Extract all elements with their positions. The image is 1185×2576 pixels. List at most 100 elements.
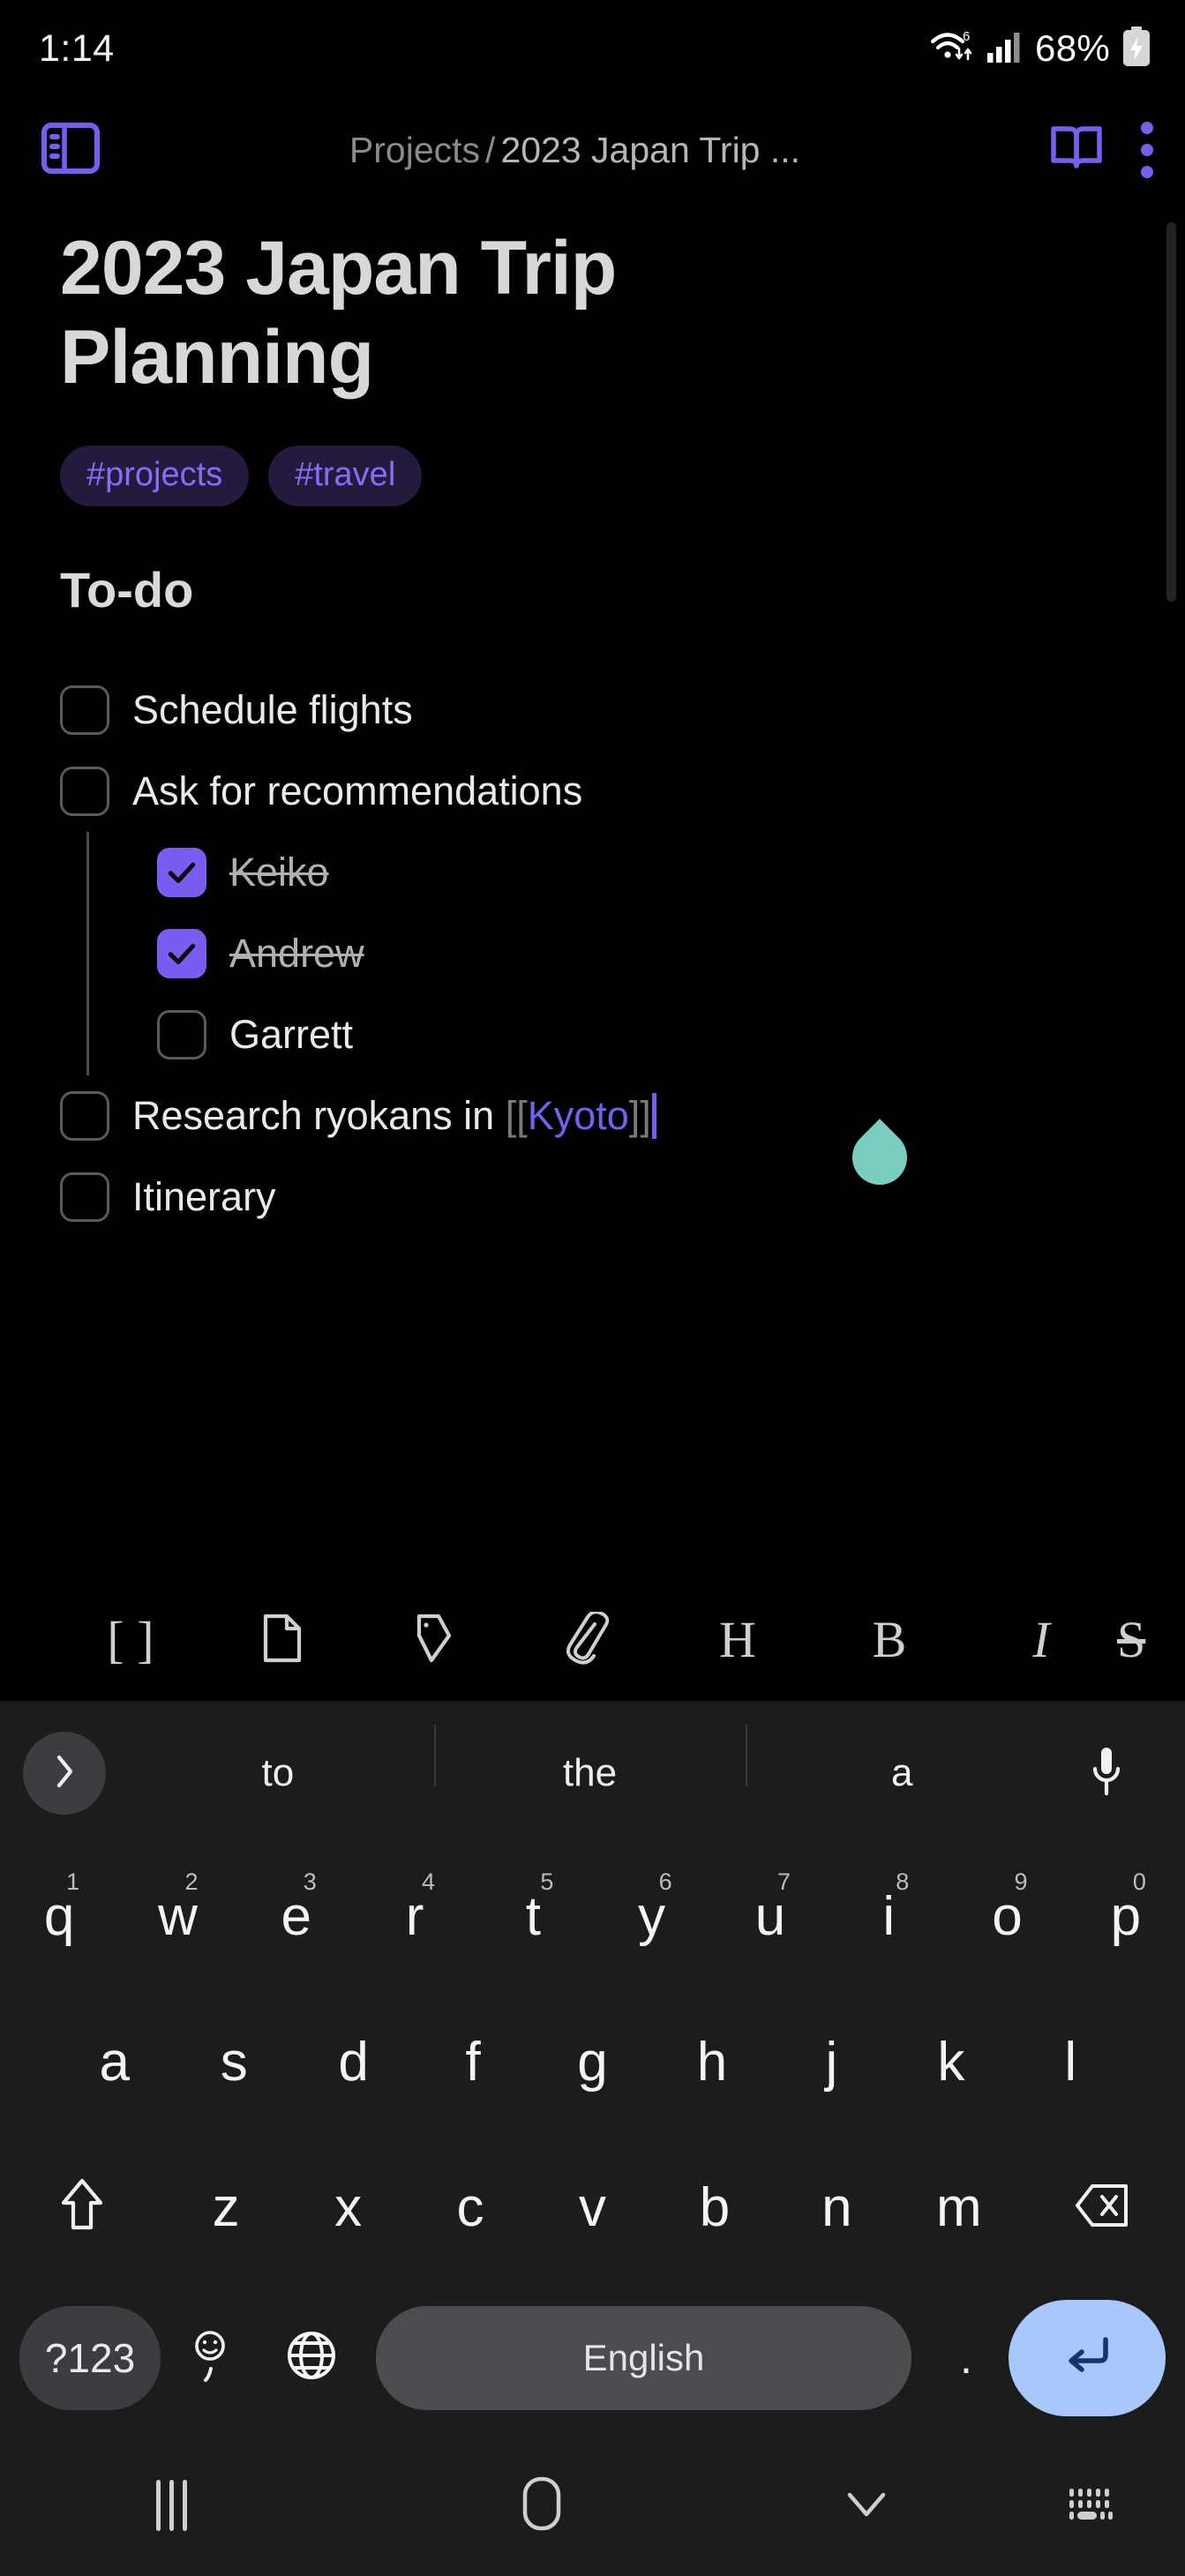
key-a[interactable]: a [55, 1989, 174, 2135]
key-z[interactable]: z [165, 2135, 287, 2280]
heading-button[interactable]: H [662, 1614, 814, 1666]
key-y[interactable]: 6y [593, 1844, 711, 1989]
key-letter: y [638, 1885, 666, 1947]
key-v[interactable]: v [531, 2135, 653, 2280]
todo-label[interactable]: Schedule flights [132, 690, 413, 730]
breadcrumb-root[interactable]: Projects [349, 130, 480, 170]
sidebar-toggle-button[interactable] [41, 121, 116, 180]
note-title[interactable]: 2023 Japan Trip Planning [60, 224, 854, 403]
key-num: 8 [896, 1868, 910, 1895]
overflow-menu-button[interactable] [1141, 122, 1153, 178]
android-nav-bar [0, 2435, 1185, 2576]
key-q[interactable]: 1q [0, 1844, 118, 1989]
todo-label[interactable]: Ask for recommendations [132, 771, 582, 811]
note-editor[interactable]: 2023 Japan Trip Planning #projects #trav… [0, 203, 1185, 1579]
todo-label[interactable]: Keiko [229, 852, 329, 892]
key-i[interactable]: 8i [829, 1844, 948, 1989]
content-scrollbar[interactable] [1166, 222, 1176, 602]
todo-item-andrew[interactable]: Andrew [60, 913, 1132, 994]
check-icon [168, 943, 196, 964]
checkbox-unchecked[interactable] [60, 1090, 109, 1141]
italic-button[interactable]: I [965, 1614, 1117, 1666]
todo-label[interactable]: Garrett [229, 1015, 353, 1054]
todo-label[interactable]: Andrew [229, 933, 364, 973]
key-x[interactable]: x [287, 2135, 409, 2280]
key-emoji-comma[interactable] [161, 2325, 259, 2391]
key-l[interactable]: l [1011, 1989, 1130, 2135]
tag-projects[interactable]: #projects [60, 445, 250, 506]
wikilink-target[interactable]: Kyoto [528, 1093, 629, 1138]
todo-item-itinerary[interactable]: Itinerary [60, 1157, 1132, 1238]
suggestion-chip[interactable]: to [122, 1751, 434, 1795]
nav-recents-button[interactable] [0, 2480, 344, 2531]
key-r[interactable]: 4r [356, 1844, 474, 1989]
breadcrumb-current[interactable]: 2023 Japan Trip ... [500, 130, 800, 170]
key-w[interactable]: 2w [118, 1844, 236, 1989]
insert-note-link-button[interactable] [206, 1613, 358, 1668]
recent-apps-icon [156, 2480, 188, 2531]
battery-percent-label: 68% [1035, 27, 1110, 69]
key-c[interactable]: c [409, 2135, 531, 2280]
tag-travel[interactable]: #travel [268, 445, 423, 506]
key-h[interactable]: h [652, 1989, 771, 2135]
key-f[interactable]: f [413, 1989, 532, 2135]
key-t[interactable]: 5t [474, 1844, 592, 1989]
key-e[interactable]: 3e [237, 1844, 356, 1989]
attachment-paperclip-icon [563, 1609, 610, 1669]
checkbox-unchecked[interactable] [60, 766, 109, 816]
key-backspace[interactable] [1020, 2135, 1185, 2280]
attach-file-button[interactable] [510, 1609, 662, 1669]
key-space[interactable]: English [376, 2305, 911, 2410]
nav-hide-keyboard-button[interactable] [739, 2486, 994, 2526]
key-g[interactable]: g [533, 1989, 652, 2135]
checkbox-unchecked[interactable] [60, 1172, 109, 1222]
strikethrough-button[interactable]: S [1117, 1614, 1185, 1666]
wikilink-button[interactable]: [ ] [55, 1614, 206, 1666]
cellular-signal-icon [986, 29, 1024, 69]
todo-item-garrett[interactable]: Garrett [60, 994, 1132, 1075]
checkbox-checked[interactable] [157, 847, 206, 897]
checkbox-unchecked[interactable] [157, 1009, 206, 1060]
suggestion-chip[interactable]: the [433, 1725, 746, 1795]
todo-label[interactable]: Itinerary [132, 1177, 276, 1217]
checkbox-unchecked[interactable] [60, 685, 109, 735]
checkbox-checked[interactable] [157, 928, 206, 978]
key-enter[interactable] [1009, 2299, 1166, 2416]
section-heading-todo[interactable]: To-do [60, 561, 1132, 618]
nav-keyboard-switch-button[interactable] [994, 2485, 1185, 2527]
home-icon [520, 2475, 564, 2537]
todo-item-ask-recommendations[interactable]: Ask for recommendations [60, 751, 1132, 832]
todo-label-with-wikilink[interactable]: Research ryokans in [[Kyoto]] [132, 1092, 656, 1139]
todo-item-schedule-flights[interactable]: Schedule flights [60, 670, 1132, 751]
breadcrumb[interactable]: Projects/2023 Japan Trip ... [116, 130, 1033, 171]
key-symbols[interactable]: ?123 [19, 2305, 161, 2410]
key-j[interactable]: j [772, 1989, 891, 2135]
expand-toolbar-button[interactable] [23, 1732, 106, 1815]
kebab-dot [1141, 122, 1153, 134]
key-u[interactable]: 7u [711, 1844, 829, 1989]
suggestion-chip[interactable]: a [746, 1725, 1058, 1795]
todo-item-keiko[interactable]: Keiko [60, 832, 1132, 913]
wikilink-brackets-icon: [ ] [107, 1611, 154, 1668]
key-period[interactable]: . [924, 2333, 1009, 2384]
nav-home-button[interactable] [344, 2475, 739, 2537]
key-num: 4 [422, 1868, 436, 1895]
key-o[interactable]: 9o [948, 1844, 1066, 1989]
format-toolbar: [ ] H B I S [0, 1579, 1185, 1703]
key-shift[interactable] [0, 2135, 165, 2280]
key-d[interactable]: d [294, 1989, 413, 2135]
voice-input-button[interactable] [1058, 1744, 1155, 1803]
key-k[interactable]: k [891, 1989, 1010, 2135]
todo-item-research-ryokans[interactable]: Research ryokans in [[Kyoto]] [60, 1075, 1132, 1196]
key-n[interactable]: n [776, 2135, 897, 2280]
insert-tag-button[interactable] [358, 1613, 510, 1668]
key-letter: z [212, 2176, 240, 2238]
key-m[interactable]: m [898, 2135, 1020, 2280]
bold-button[interactable]: B [814, 1614, 965, 1666]
key-p[interactable]: 0p [1067, 1844, 1185, 1989]
key-b[interactable]: b [654, 2135, 776, 2280]
key-s[interactable]: s [174, 1989, 293, 2135]
wikilink-open-brackets: [[ [505, 1092, 528, 1138]
read-mode-button[interactable] [1049, 122, 1104, 179]
key-language-globe[interactable] [259, 2327, 364, 2388]
